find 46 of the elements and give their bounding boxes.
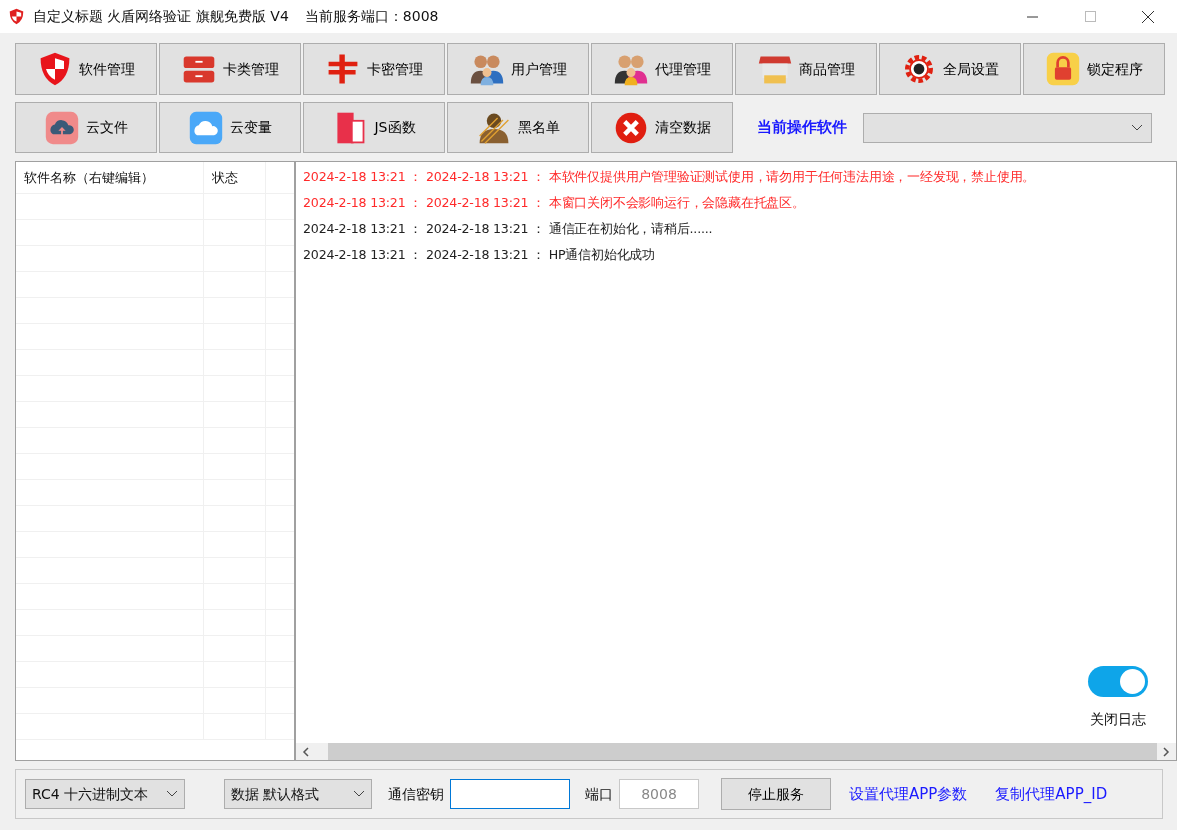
field-label: 当前操作软件 bbox=[757, 117, 847, 139]
scroll-right-icon[interactable] bbox=[1161, 746, 1171, 757]
toolbar-button[interactable]: 云变量 bbox=[159, 102, 301, 153]
toolbar-button[interactable]: 全局设置 bbox=[879, 43, 1021, 95]
port-status: 当前服务端口：8008 bbox=[304, 7, 439, 26]
column-header[interactable]: 软件名称（右键编辑） bbox=[16, 161, 204, 194]
toolbar-button[interactable]: 代理管理 bbox=[591, 43, 733, 95]
toggle-switch[interactable] bbox=[1088, 666, 1148, 697]
scroll-left-icon[interactable] bbox=[301, 746, 311, 757]
chevron-down-icon bbox=[1131, 123, 1143, 132]
link[interactable]: 复制代理APP_ID bbox=[995, 782, 1108, 806]
toolbar-button[interactable]: 黑名单 bbox=[447, 102, 589, 153]
toolbar-button[interactable]: 卡类管理 bbox=[159, 43, 301, 95]
toolbar-button[interactable]: 商品管理 bbox=[735, 43, 877, 95]
stop-service-button[interactable]: 停止服务 bbox=[721, 778, 831, 810]
field-label: 端口 bbox=[585, 784, 613, 804]
chevron-down-icon bbox=[353, 790, 365, 798]
dropdown[interactable]: RC4 十六进制文本 bbox=[25, 779, 185, 809]
toolbar-button[interactable]: 云文件 bbox=[15, 102, 157, 153]
toolbar-button[interactable]: 软件管理 bbox=[15, 43, 157, 95]
log-line: 2024-2-18 13:21 ： 2024-2-18 13:21 ： HP通信初始化成功 bbox=[302, 246, 657, 264]
log-line: 2024-2-18 13:21 ： 2024-2-18 13:21 ： 本软件仅提供用户管理验证测试使用，请勿用于任何违法用途，一经发现，禁止使用。 bbox=[302, 168, 1037, 186]
window-title: 自定义标题 火盾网络验证 旗舰免费版 V4 bbox=[33, 7, 289, 26]
toolbar-button[interactable]: 用户管理 bbox=[447, 43, 589, 95]
shield-icon bbox=[8, 8, 25, 25]
software-dropdown[interactable] bbox=[863, 112, 1152, 143]
link[interactable]: 设置代理APP参数 bbox=[849, 782, 968, 806]
padlock-icon bbox=[1045, 51, 1081, 87]
log-line: 2024-2-18 13:21 ： 2024-2-18 13:21 ： 本窗口关闭不会影响运行，会隐藏在托盘区。 bbox=[302, 194, 806, 212]
dropdown[interactable]: 数据 默认格式 bbox=[224, 779, 372, 809]
horizontal-scrollbar[interactable] bbox=[296, 743, 1176, 760]
close-icon bbox=[1142, 10, 1154, 23]
toolbar-button[interactable]: JS函数 bbox=[303, 102, 445, 153]
cloud-icon bbox=[188, 109, 224, 146]
column-header[interactable]: 状态 bbox=[204, 161, 266, 194]
toolbar-button[interactable]: 清空数据 bbox=[591, 102, 733, 153]
cloud-upload-icon bbox=[44, 109, 80, 146]
chevron-down-icon bbox=[166, 790, 178, 798]
toolbar-button[interactable]: 锁定程序 bbox=[1023, 43, 1165, 95]
port-field[interactable]: 8008 bbox=[619, 779, 699, 809]
maximize-icon bbox=[1084, 11, 1096, 22]
toolbar-button[interactable]: 卡密管理 bbox=[303, 43, 445, 95]
field-label: 通信密钥 bbox=[388, 784, 444, 804]
log-line: 2024-2-18 13:21 ： 2024-2-18 13:21 ： 通信正在初始化，请稍后...... bbox=[302, 220, 714, 238]
toggle-label: 关闭日志 bbox=[1090, 710, 1146, 729]
key-field[interactable] bbox=[450, 779, 570, 809]
